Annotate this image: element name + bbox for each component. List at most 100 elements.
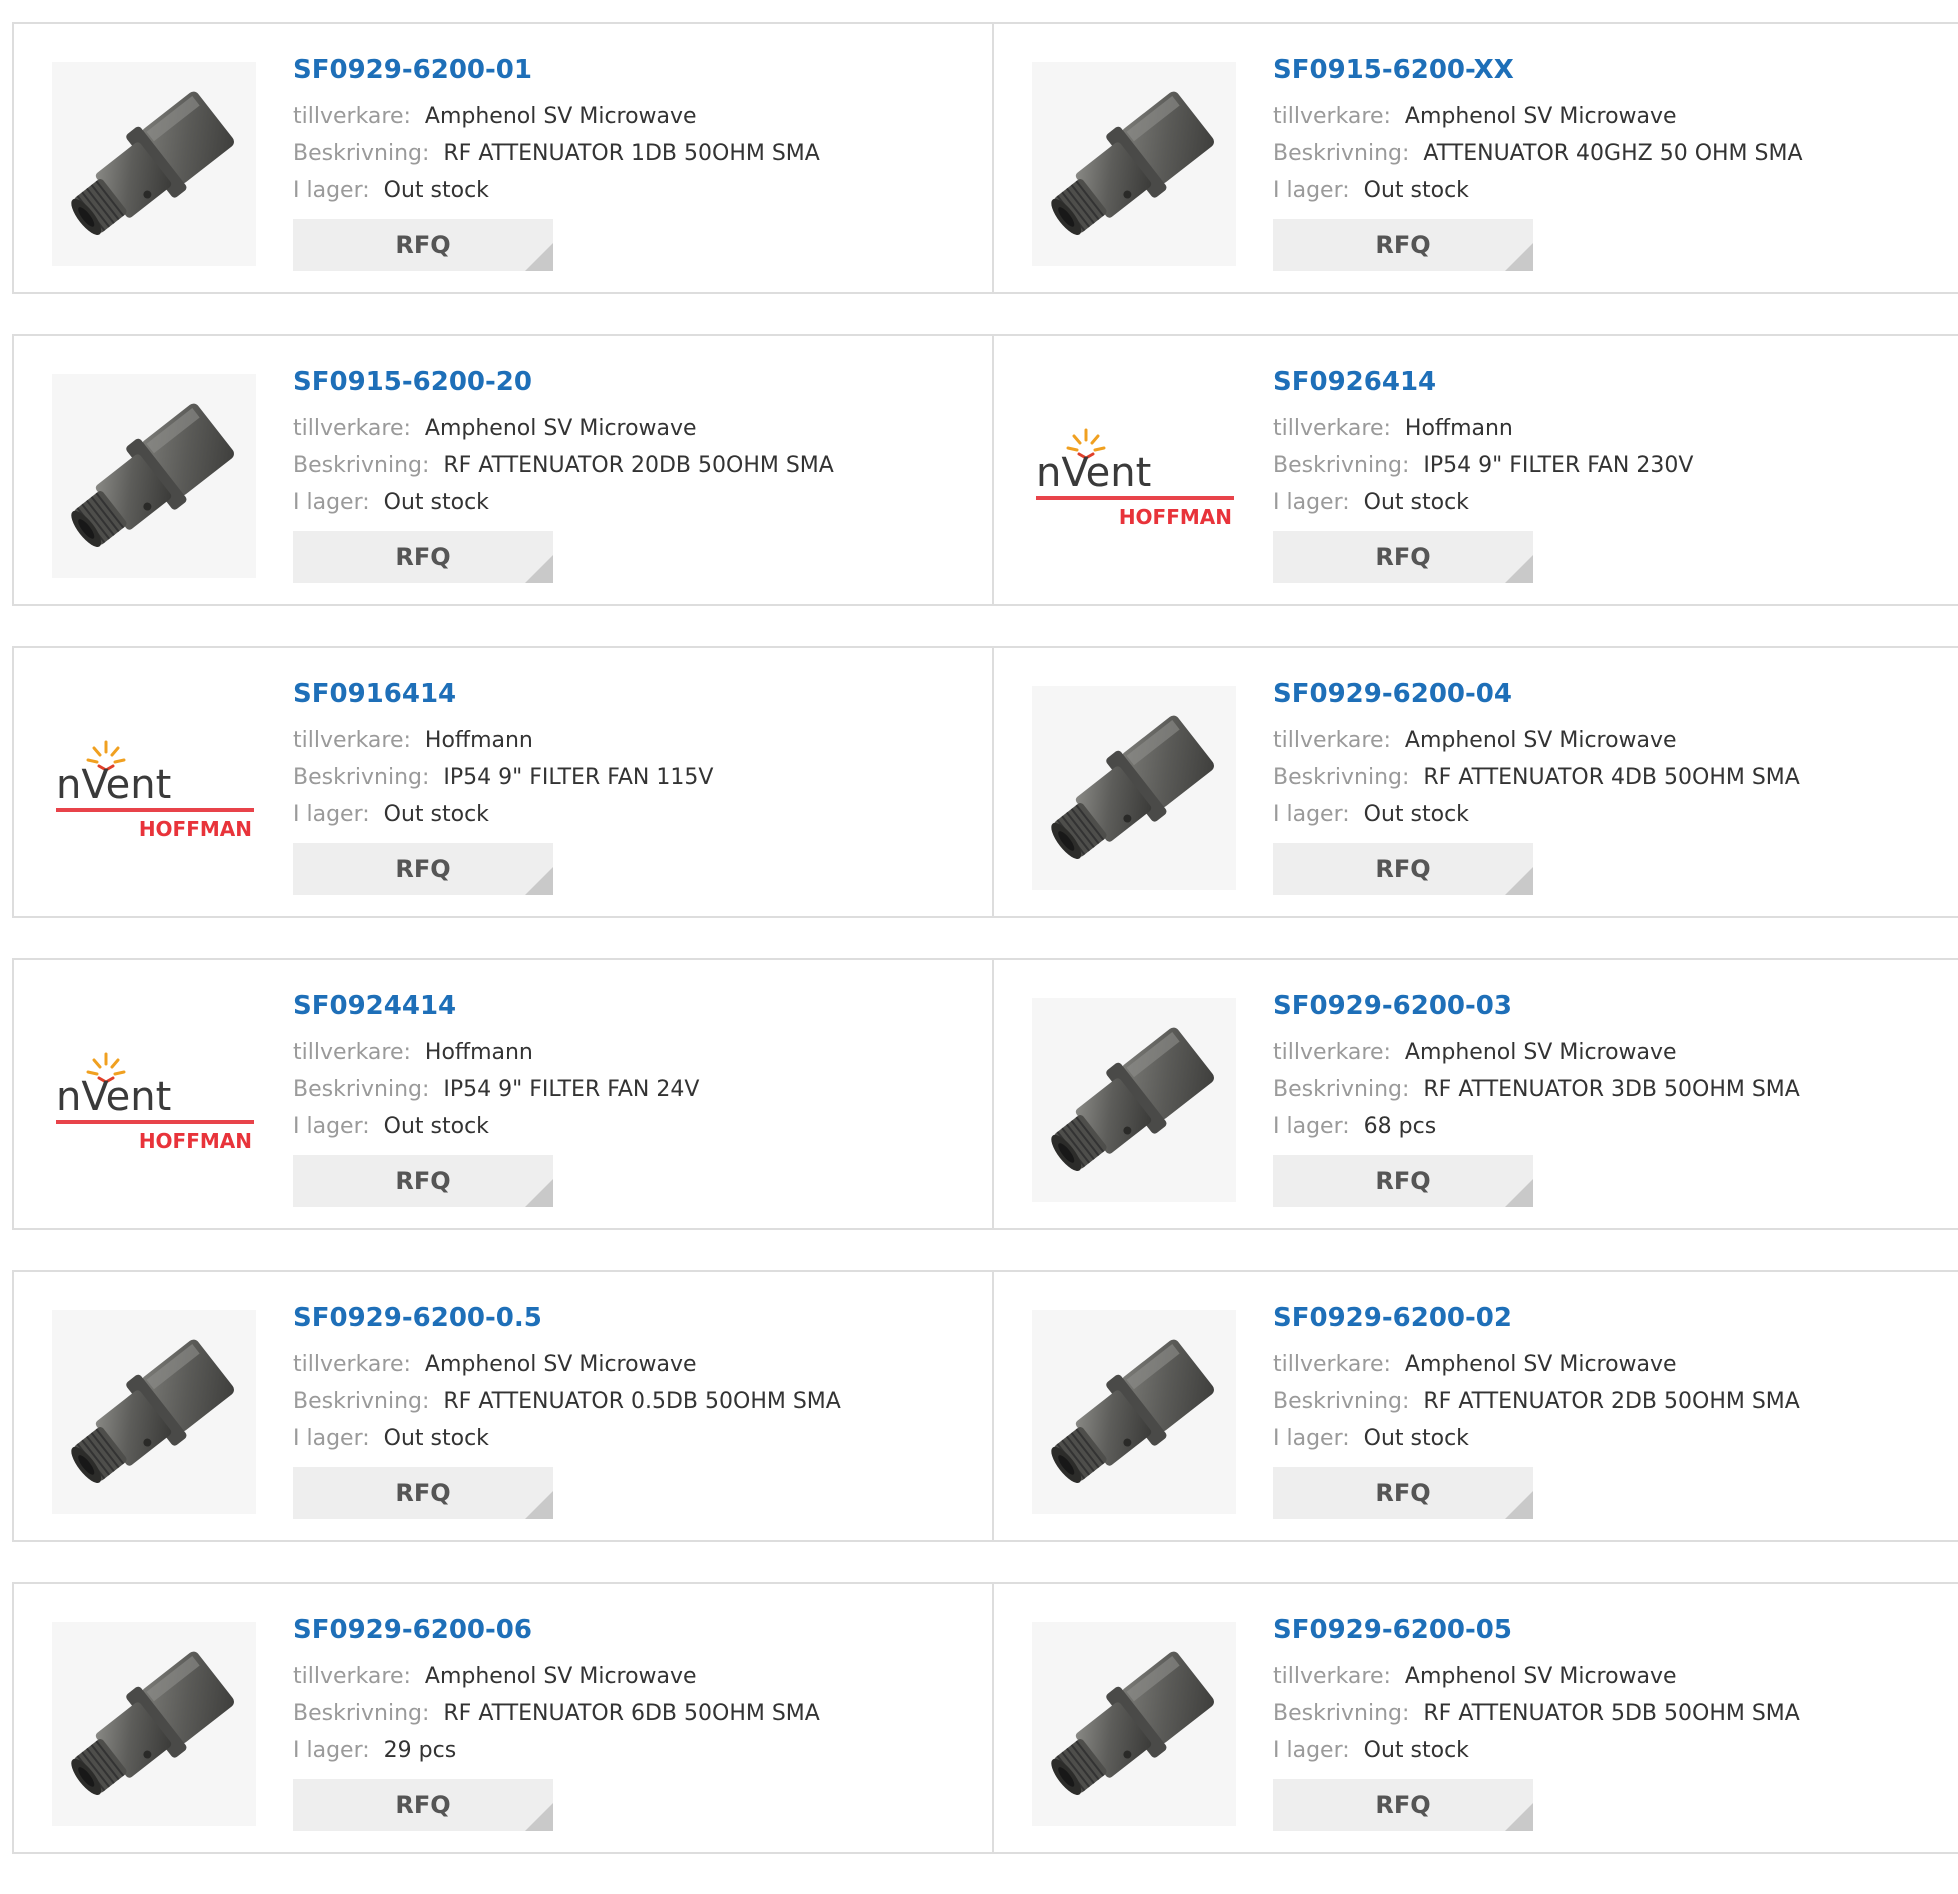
rfq-button[interactable]: RFQ: [1273, 531, 1533, 583]
rfq-label: RFQ: [1375, 1167, 1431, 1195]
product-image-link[interactable]: [52, 374, 256, 578]
manufacturer-label: tillverkare:: [1273, 1664, 1391, 1689]
manufacturer-line: tillverkare: Amphenol SV Microwave: [293, 1346, 992, 1383]
rfq-corner-decoration: [1505, 1491, 1533, 1519]
rfq-button[interactable]: RFQ: [293, 531, 553, 583]
rf-attenuator-connector-icon: [52, 374, 256, 578]
manufacturer-value: Amphenol SV Microwave: [424, 104, 697, 129]
product-image-link[interactable]: [52, 62, 256, 266]
description-line: Beskrivning: RF ATTENUATOR 20DB 50OHM SMA: [293, 447, 992, 484]
product-info: SF0926414 tillverkare: Hoffmann Beskrivning…: [1273, 362, 1958, 583]
part-number-link[interactable]: SF0916414: [293, 674, 992, 714]
nvent-hoffman-logo: nVent HOFFMAN: [52, 686, 256, 890]
stock-line: I lager: Out stock: [1273, 1420, 1958, 1457]
rfq-corner-decoration: [525, 1491, 553, 1519]
rfq-button[interactable]: RFQ: [293, 1155, 553, 1207]
description-label: Beskrivning:: [1273, 1077, 1410, 1102]
stock-line: I lager: Out stock: [1273, 796, 1958, 833]
part-number-link[interactable]: SF0929-6200-06: [293, 1610, 992, 1650]
manufacturer-label: tillverkare:: [293, 1352, 411, 1377]
product-card: SF0929-6200-04 tillverkare: Amphenol SV Mi…: [992, 648, 1958, 916]
rf-attenuator-connector-icon: [52, 62, 256, 266]
rfq-label: RFQ: [395, 231, 451, 259]
rfq-corner-decoration: [525, 555, 553, 583]
part-number-link[interactable]: SF0924414: [293, 986, 992, 1026]
rfq-label: RFQ: [395, 1479, 451, 1507]
stock-line: I lager: Out stock: [1273, 1732, 1958, 1769]
rfq-corner-decoration: [525, 1179, 553, 1207]
part-number-link[interactable]: SF0929-6200-05: [1273, 1610, 1958, 1650]
rf-attenuator-connector-icon: [52, 1310, 256, 1514]
stock-line: I lager: Out stock: [1273, 484, 1958, 521]
part-number-link[interactable]: SF0929-6200-04: [1273, 674, 1958, 714]
logo-sub-text: HOFFMAN: [1119, 505, 1232, 529]
product-image-link[interactable]: [1032, 998, 1236, 1202]
stock-line: I lager: Out stock: [293, 1108, 992, 1145]
product-image-link[interactable]: nVent HOFFMAN: [1032, 374, 1236, 578]
product-card: SF0929-6200-06 tillverkare: Amphenol SV Mi…: [14, 1584, 992, 1852]
rfq-label: RFQ: [395, 855, 451, 883]
rfq-button[interactable]: RFQ: [1273, 1467, 1533, 1519]
part-number-link[interactable]: SF0929-6200-03: [1273, 986, 1958, 1026]
description-label: Beskrivning:: [1273, 765, 1410, 790]
rfq-corner-decoration: [1505, 867, 1533, 895]
description-label: Beskrivning:: [293, 141, 430, 166]
manufacturer-label: tillverkare:: [293, 104, 411, 129]
manufacturer-line: tillverkare: Amphenol SV Microwave: [1273, 722, 1958, 759]
stock-value: Out stock: [383, 802, 489, 827]
manufacturer-label: tillverkare:: [1273, 1352, 1391, 1377]
product-info: SF0929-6200-05 tillverkare: Amphenol SV Mi…: [1273, 1610, 1958, 1831]
description-label: Beskrivning:: [1273, 453, 1410, 478]
manufacturer-value: Amphenol SV Microwave: [1404, 1040, 1677, 1065]
rfq-corner-decoration: [1505, 243, 1533, 271]
manufacturer-line: tillverkare: Amphenol SV Microwave: [1273, 1346, 1958, 1383]
product-image-link[interactable]: [1032, 1622, 1236, 1826]
part-number-link[interactable]: SF0915-6200-XX: [1273, 50, 1958, 90]
rfq-corner-decoration: [1505, 1179, 1533, 1207]
rfq-label: RFQ: [1375, 1479, 1431, 1507]
description-value: IP54 9" FILTER FAN 24V: [443, 1077, 700, 1102]
part-number-link[interactable]: SF0929-6200-01: [293, 50, 992, 90]
rfq-button[interactable]: RFQ: [293, 843, 553, 895]
product-image-link[interactable]: [1032, 686, 1236, 890]
manufacturer-label: tillverkare:: [1273, 728, 1391, 753]
part-number-link[interactable]: SF0929-6200-02: [1273, 1298, 1958, 1338]
description-value: RF ATTENUATOR 1DB 50OHM SMA: [443, 141, 820, 166]
stock-line: I lager: Out stock: [293, 1420, 992, 1457]
product-image-link[interactable]: [1032, 1310, 1236, 1514]
stock-label: I lager:: [1273, 802, 1350, 827]
product-row: SF0915-6200-20 tillverkare: Amphenol SV Mi…: [12, 334, 1958, 606]
manufacturer-line: tillverkare: Amphenol SV Microwave: [1273, 98, 1958, 135]
logo-brand-text: nVent: [56, 1074, 171, 1120]
product-image-link[interactable]: [1032, 62, 1236, 266]
product-image-link[interactable]: nVent HOFFMAN: [52, 998, 256, 1202]
description-value: IP54 9" FILTER FAN 115V: [443, 765, 714, 790]
rfq-button[interactable]: RFQ: [1273, 1779, 1533, 1831]
stock-value: Out stock: [383, 178, 489, 203]
description-line: Beskrivning: RF ATTENUATOR 3DB 50OHM SMA: [1273, 1071, 1958, 1108]
product-image-link[interactable]: nVent HOFFMAN: [52, 686, 256, 890]
part-number-link[interactable]: SF0926414: [1273, 362, 1958, 402]
stock-value: Out stock: [1363, 178, 1469, 203]
product-row: nVent HOFFMAN SF0916414 tillverkare: Hoffm…: [12, 646, 1958, 918]
rfq-button[interactable]: RFQ: [1273, 219, 1533, 271]
part-number-link[interactable]: SF0929-6200-0.5: [293, 1298, 992, 1338]
manufacturer-value: Hoffmann: [424, 728, 533, 753]
rfq-button[interactable]: RFQ: [293, 219, 553, 271]
product-image-link[interactable]: [52, 1310, 256, 1514]
product-image-link[interactable]: [52, 1622, 256, 1826]
manufacturer-line: tillverkare: Hoffmann: [293, 1034, 992, 1071]
description-label: Beskrivning:: [1273, 141, 1410, 166]
manufacturer-line: tillverkare: Amphenol SV Microwave: [1273, 1034, 1958, 1071]
stock-line: I lager: Out stock: [293, 172, 992, 209]
product-card: SF0929-6200-0.5 tillverkare: Amphenol SV M…: [14, 1272, 992, 1540]
rfq-button[interactable]: RFQ: [293, 1779, 553, 1831]
stock-label: I lager:: [1273, 1114, 1350, 1139]
rfq-button[interactable]: RFQ: [1273, 1155, 1533, 1207]
part-number-link[interactable]: SF0915-6200-20: [293, 362, 992, 402]
rfq-button[interactable]: RFQ: [293, 1467, 553, 1519]
stock-label: I lager:: [293, 1114, 370, 1139]
description-value: RF ATTENUATOR 2DB 50OHM SMA: [1423, 1389, 1800, 1414]
manufacturer-line: tillverkare: Hoffmann: [1273, 410, 1958, 447]
rfq-button[interactable]: RFQ: [1273, 843, 1533, 895]
